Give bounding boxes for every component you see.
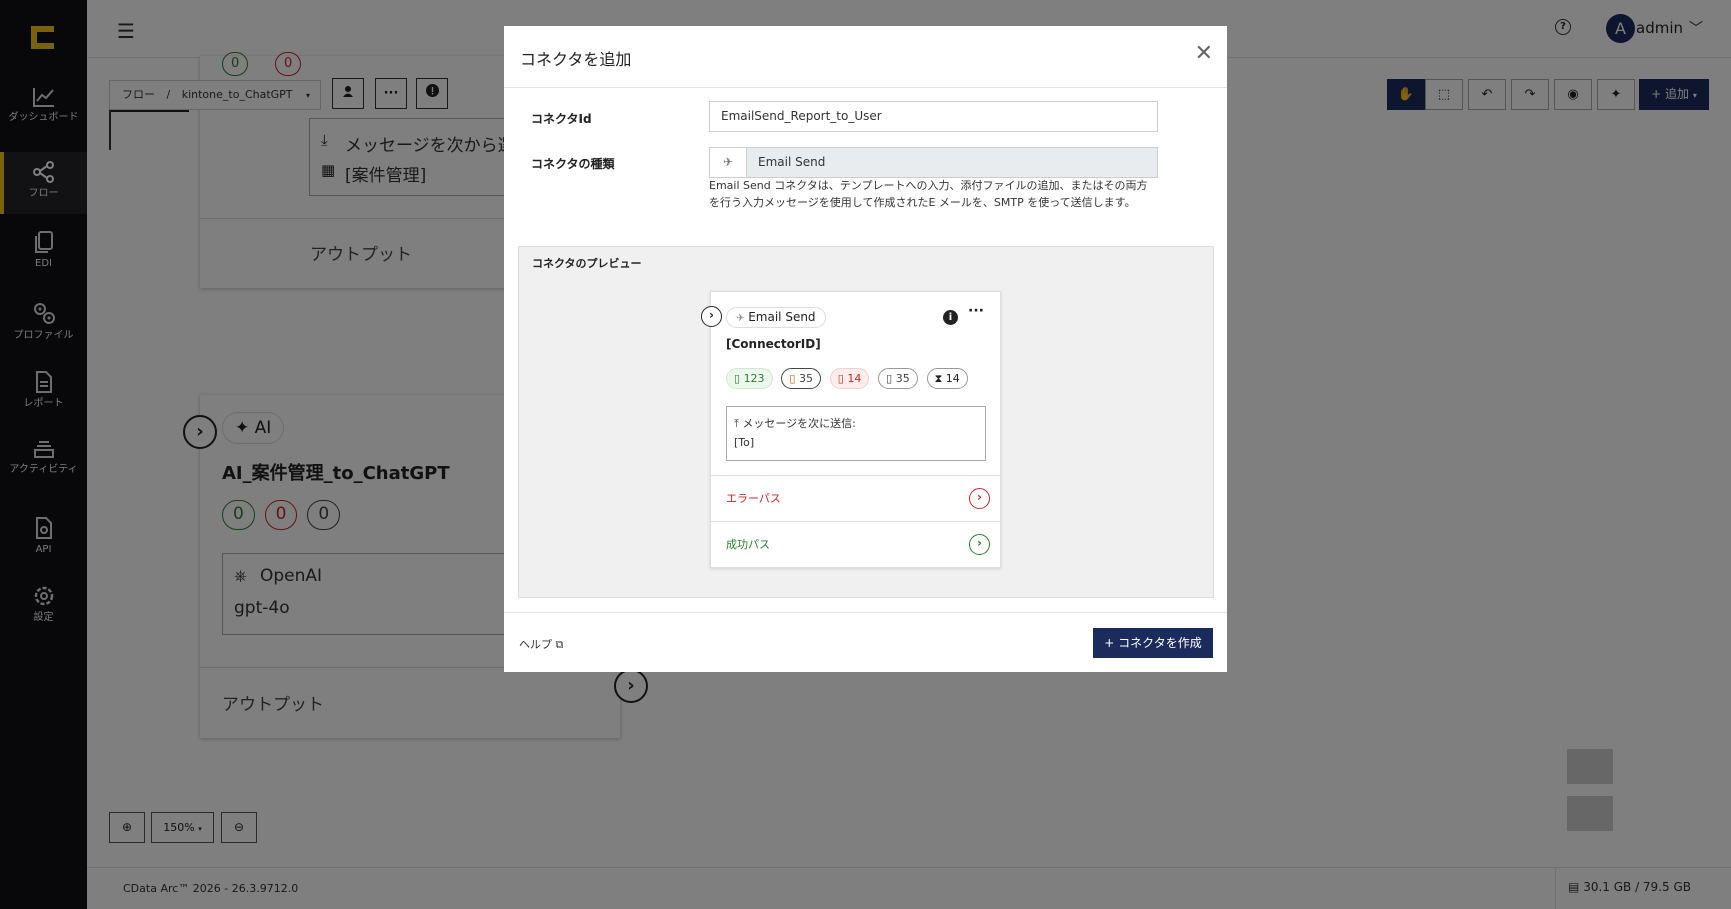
preview-message-box: ⤒ メッセージを次に送信: [To]	[726, 406, 986, 461]
connector-type-label: コネクタの種類	[531, 157, 615, 171]
add-connector-modal: コネクタを追加 ✕ コネクタId EmailSend_Report_to_Use…	[504, 26, 1227, 672]
badge-documents: ▯ 35	[878, 368, 918, 389]
file-error-icon: ▯	[837, 372, 844, 385]
success-path-label: 成功パス	[726, 538, 770, 551]
paper-plane-icon: ✈	[710, 148, 747, 177]
create-connector-label: コネクタを作成	[1118, 636, 1202, 650]
upload-icon: ⤒	[734, 417, 739, 430]
error-path-label: エラーパス	[726, 492, 781, 505]
badge-warning: ▯ 35	[781, 368, 821, 389]
more-options-icon: ···	[968, 303, 984, 319]
connector-type-field[interactable]: ✈ Email Send	[709, 147, 1158, 178]
connector-id-input[interactable]: EmailSend_Report_to_User	[709, 101, 1158, 132]
modal-header: コネクタを追加 ✕	[504, 26, 1227, 88]
preview-connector-id: [ConnectorID]	[726, 337, 821, 351]
connector-type-pill: ✈ Email Send	[726, 307, 826, 328]
close-icon[interactable]: ✕	[1195, 41, 1213, 67]
hourglass-file-icon: ⧗	[934, 372, 943, 385]
plus-icon: +	[1104, 636, 1115, 650]
modal-footer: ヘルプ ⧉ + コネクタを作成	[504, 612, 1227, 672]
badge-error: ▯ 14	[829, 368, 870, 389]
help-link[interactable]: ヘルプ ⧉	[519, 636, 563, 652]
message-label: ⤒ メッセージを次に送信:	[734, 417, 856, 430]
preview-badges: ▯ 123 ▯ 35 ▯ 14 ▯ 35 ⧗ 14	[726, 368, 973, 389]
connector-preview: コネクタのプレビュー › ✈ Email Send i ··· [Connect…	[518, 246, 1214, 598]
error-path-port-icon: ›	[969, 488, 990, 509]
modal-title: コネクタを追加	[520, 50, 632, 69]
preview-type-label: Email Send	[748, 310, 816, 324]
connector-description: Email Send コネクタは、テンプレートへの入力、添付ファイルの追加、また…	[709, 179, 1148, 209]
file-icon: ▯	[886, 372, 893, 385]
connector-id-label: コネクタId	[531, 112, 592, 126]
error-path-row: エラーパス ›	[711, 475, 1000, 521]
connector-type-value: Email Send	[758, 155, 826, 169]
preview-title: コネクタのプレビュー	[532, 257, 642, 270]
info-icon: i	[943, 310, 958, 325]
create-connector-button[interactable]: + コネクタを作成	[1093, 628, 1213, 658]
badge-queued: ⧗ 14	[926, 368, 968, 389]
badge-success: ▯ 123	[726, 368, 773, 389]
external-link-icon: ⧉	[555, 638, 564, 651]
success-path-row: 成功パス ›	[711, 521, 1000, 567]
paper-plane-icon: ✈	[736, 313, 745, 324]
preview-card: › ✈ Email Send i ··· [ConnectorID] ▯ 123…	[701, 291, 1001, 568]
input-port-icon: ›	[701, 306, 722, 327]
file-warning-icon: ▯	[789, 372, 796, 385]
success-path-port-icon: ›	[969, 534, 990, 555]
help-label: ヘルプ	[519, 638, 552, 651]
message-value: [To]	[734, 436, 755, 449]
file-check-icon: ▯	[734, 372, 741, 385]
